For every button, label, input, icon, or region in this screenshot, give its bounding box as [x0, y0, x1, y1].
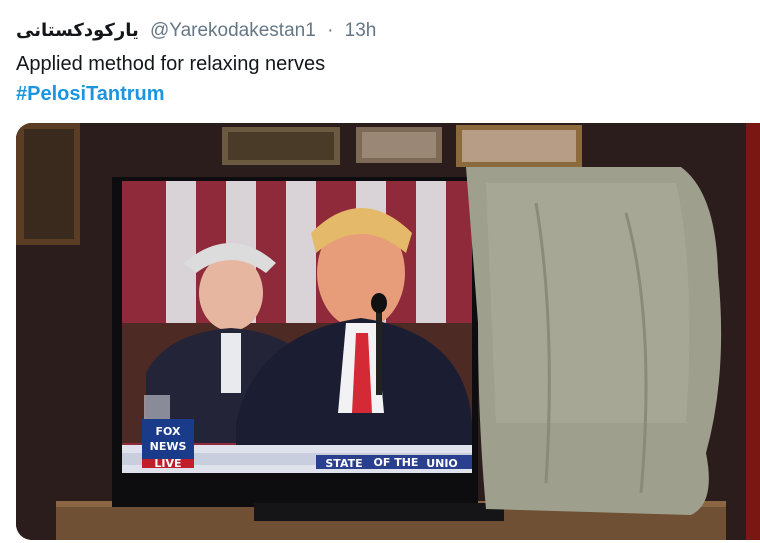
tweet-text: Applied method for relaxing nerves	[16, 53, 326, 75]
logo-line-1: FOX	[156, 425, 181, 438]
chyron-word-2: OF THE	[374, 456, 419, 469]
separator-dot: ·	[327, 20, 334, 41]
tweet-photo[interactable]: FOX NEWS LIVE STATE OF THE UNIO	[16, 123, 760, 540]
author-name[interactable]: يارکودکستانی	[16, 20, 139, 41]
left-frame-inner	[24, 129, 74, 239]
photo-scene: FOX NEWS LIVE STATE OF THE UNIO	[16, 123, 760, 540]
logo-line-2: NEWS	[150, 440, 187, 453]
tweet-header: يارکودکستانی @Yarekodakestan1 · 13h	[16, 18, 376, 44]
chyron-word-1: STATE	[325, 457, 362, 470]
tv-stand	[254, 503, 504, 521]
red-drape	[746, 123, 760, 540]
hashtag-link[interactable]: #PelosiTantrum	[16, 81, 165, 107]
person-left-face	[199, 255, 263, 331]
logo-line-3: LIVE	[154, 457, 181, 470]
author-handle[interactable]: @Yarekodakestan1	[150, 20, 316, 41]
tweet-timestamp[interactable]: 13h	[345, 20, 377, 41]
chyron-word-3: UNIO	[426, 457, 458, 470]
